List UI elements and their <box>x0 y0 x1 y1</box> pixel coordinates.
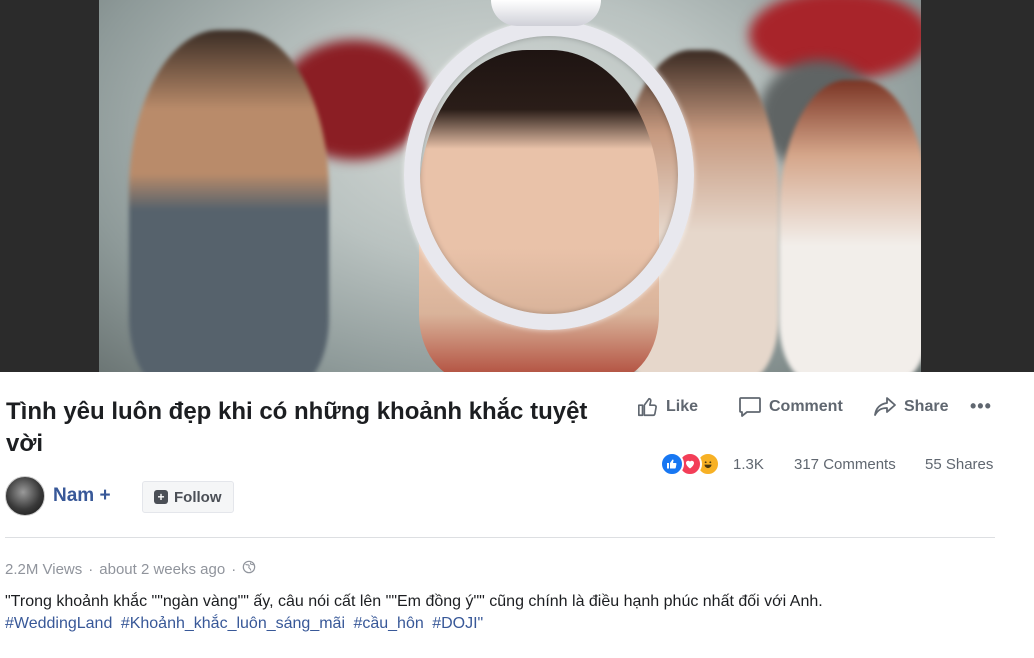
comment-bubble-icon <box>738 396 762 418</box>
globe-icon <box>242 560 256 578</box>
author-info: Nam + <box>5 476 111 516</box>
views-count: 2.2M Views <box>5 560 83 578</box>
background-person-left <box>129 30 329 372</box>
post-meta: 2.2M Views · about 2 weeks ago · <box>5 560 256 578</box>
like-reaction-icon <box>660 452 684 476</box>
comment-label: Comment <box>769 398 843 415</box>
hashtag-link[interactable]: #WeddingLand <box>5 615 112 632</box>
follow-button[interactable]: + Follow <box>142 481 234 513</box>
hashtag-link[interactable]: #Khoảnh_khắc_luôn_sáng_mãi <box>121 615 345 632</box>
background-person-right <box>779 80 921 372</box>
like-label: Like <box>666 398 699 415</box>
comments-count[interactable]: 317 Comments <box>794 456 896 473</box>
more-options-icon[interactable]: ••• <box>970 396 992 417</box>
video-player[interactable] <box>0 0 1034 372</box>
share-button[interactable]: Share <box>873 396 948 418</box>
shares-count[interactable]: 55 Shares <box>925 456 993 473</box>
reaction-count[interactable]: 1.3K <box>733 456 764 473</box>
video-frame[interactable] <box>99 0 921 372</box>
reaction-icons[interactable] <box>660 452 720 476</box>
like-button[interactable]: Like <box>637 396 698 418</box>
share-label: Share <box>904 398 949 415</box>
divider <box>5 537 995 538</box>
post-description: "Trong khoảnh khắc ""ngàn vàng"" ấy, câu… <box>5 593 823 610</box>
follow-label: Follow <box>174 488 222 506</box>
separator-dot: · <box>88 560 94 578</box>
comment-button[interactable]: Comment <box>738 396 843 418</box>
post-actions: Like Comment Share ••• <box>0 396 1034 422</box>
thumbs-up-icon <box>637 396 659 418</box>
post-stats: 1.3K 317 Comments 55 Shares <box>0 452 1034 478</box>
separator-dot: · <box>231 560 237 578</box>
post-time[interactable]: about 2 weeks ago <box>99 561 225 578</box>
hashtag-link[interactable]: #cầu_hôn <box>353 615 423 632</box>
hashtag-link[interactable]: #DOJI" <box>432 615 483 632</box>
author-name[interactable]: Nam + <box>53 485 111 507</box>
plus-icon: + <box>154 490 168 504</box>
share-arrow-icon <box>873 396 897 418</box>
hashtags: #WeddingLand #Khoảnh_khắc_luôn_sáng_mãi … <box>5 612 487 635</box>
avatar[interactable] <box>5 476 45 516</box>
ring-frame <box>404 20 694 330</box>
ring-jewel <box>491 0 601 26</box>
